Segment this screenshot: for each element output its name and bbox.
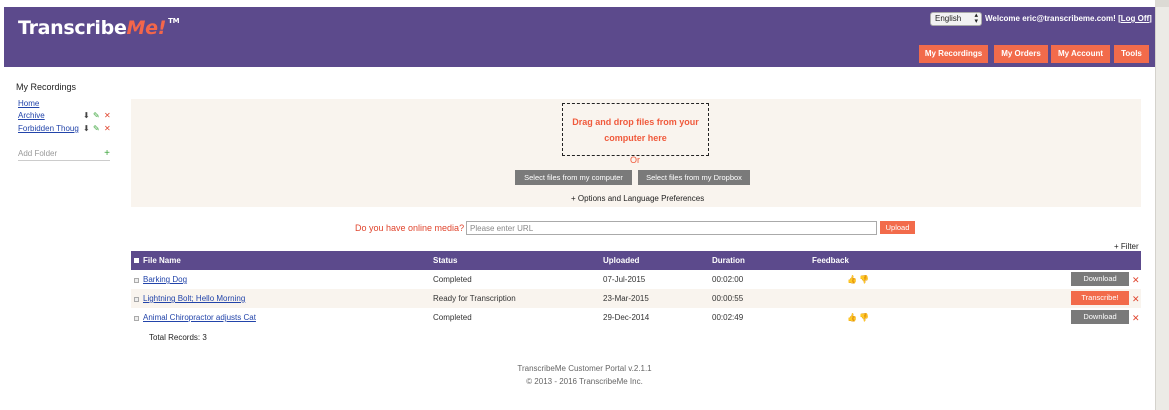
footer-copyright: © 2013 - 2016 TranscribeMe Inc.: [526, 377, 643, 386]
row-duration: 00:02:49: [712, 313, 744, 322]
nav-tools[interactable]: Tools: [1114, 45, 1149, 63]
row-status: Completed: [433, 275, 472, 284]
table-row: Animal Chiropractor adjusts Cat Complete…: [131, 308, 1141, 327]
delete-row-icon[interactable]: ✕: [1132, 313, 1140, 324]
logo-main-text: Transcribe: [18, 17, 127, 39]
options-language-link[interactable]: + Options and Language Preferences: [571, 194, 704, 203]
media-url-input[interactable]: Please enter URL: [466, 221, 877, 235]
col-status[interactable]: Status: [433, 256, 457, 265]
file-dropzone[interactable]: Drag and drop files from your computer h…: [562, 103, 709, 156]
file-name-link[interactable]: Animal Chiropractor adjusts Cat: [143, 313, 256, 322]
logo-tm: TM: [168, 17, 180, 25]
row-checkbox[interactable]: [134, 316, 139, 321]
row-status: Ready for Transcription: [433, 294, 516, 303]
vertical-scrollbar[interactable]: [1155, 7, 1169, 410]
sidebar-title: My Recordings: [16, 82, 77, 92]
upload-url-button[interactable]: Upload: [880, 221, 915, 234]
online-media-label: Do you have online media?: [355, 223, 465, 233]
bracket-close: ]: [1149, 14, 1152, 23]
select-files-computer-button[interactable]: Select files from my computer: [515, 170, 632, 185]
nav-my-orders[interactable]: My Orders: [994, 45, 1048, 63]
feedback-thumbs-icon[interactable]: 👍 👎: [847, 275, 869, 284]
select-files-dropbox-button[interactable]: Select files from my Dropbox: [638, 170, 750, 185]
row-duration: 00:02:00: [712, 275, 744, 284]
recordings-table-header: File Name Status Uploaded Duration Feedb…: [131, 251, 1141, 270]
col-file-name[interactable]: File Name: [143, 256, 181, 265]
welcome-message: Welcome eric@transcribeme.com!: [985, 14, 1116, 23]
dropzone-line1: Drag and drop files from your: [572, 117, 699, 127]
edit-icon[interactable]: ✎: [93, 111, 100, 120]
col-uploaded[interactable]: Uploaded: [603, 256, 639, 265]
col-feedback: Feedback: [812, 256, 849, 265]
select-all-checkbox[interactable]: [134, 258, 139, 263]
logoff-link[interactable]: Log Off: [1121, 14, 1149, 23]
download-icon[interactable]: ⬇: [83, 124, 90, 133]
table-row: Barking Dog Completed 07-Jul-2015 00:02:…: [131, 270, 1141, 289]
delete-row-icon[interactable]: ✕: [1132, 275, 1140, 286]
welcome-text: Welcome eric@transcribeme.com! [Log Off]: [985, 14, 1152, 23]
folder-forbidden-thoughts[interactable]: Forbidden Thoug: [18, 124, 79, 133]
row-checkbox[interactable]: [134, 297, 139, 302]
delete-row-icon[interactable]: ✕: [1132, 294, 1140, 305]
file-name-link[interactable]: Lightning Bolt; Hello Morning: [143, 294, 245, 303]
nav-my-account[interactable]: My Account: [1051, 45, 1110, 63]
footer-version: TranscribeMe Customer Portal v.2.1.1: [517, 364, 652, 373]
dropzone-line2: computer here: [604, 133, 667, 143]
language-value: English: [935, 14, 962, 23]
add-folder-field[interactable]: Add Folder +: [18, 148, 110, 161]
edit-icon[interactable]: ✎: [93, 124, 100, 133]
folder-archive[interactable]: Archive: [18, 111, 45, 120]
row-status: Completed: [433, 313, 472, 322]
logo-accent-text: Me!: [126, 17, 167, 39]
file-name-link[interactable]: Barking Dog: [143, 275, 187, 284]
add-folder-placeholder: Add Folder: [18, 149, 58, 158]
header-bar: TranscribeMe! TM English ▴ ▾ Welcome eric@…: [4, 7, 1155, 67]
delete-icon[interactable]: ✕: [104, 124, 111, 133]
row-uploaded: 23-Mar-2015: [603, 294, 649, 303]
row-checkbox[interactable]: [134, 278, 139, 283]
download-button[interactable]: Download: [1071, 310, 1129, 324]
transcribeme-logo[interactable]: TranscribeMe! TM: [18, 17, 180, 39]
add-folder-plus-icon[interactable]: +: [104, 148, 110, 159]
download-button[interactable]: Download: [1071, 272, 1129, 286]
or-separator: Or: [630, 155, 640, 165]
delete-icon[interactable]: ✕: [104, 111, 111, 120]
transcribe-button[interactable]: Transcribe!: [1071, 291, 1129, 305]
upload-panel: Drag and drop files from your computer h…: [131, 99, 1141, 207]
total-records: Total Records: 3: [149, 333, 207, 342]
row-duration: 00:00:55: [712, 294, 744, 303]
nav-my-recordings[interactable]: My Recordings: [919, 45, 988, 63]
filter-link[interactable]: + Filter: [1114, 242, 1139, 251]
table-row: Lightning Bolt; Hello Morning Ready for …: [131, 289, 1141, 308]
language-select[interactable]: English ▴ ▾: [930, 12, 982, 26]
col-duration[interactable]: Duration: [712, 256, 745, 265]
row-uploaded: 07-Jul-2015: [603, 275, 646, 284]
row-uploaded: 29-Dec-2014: [603, 313, 650, 322]
folder-home[interactable]: Home: [18, 99, 39, 108]
feedback-thumbs-icon[interactable]: 👍 👎: [847, 313, 869, 322]
download-icon[interactable]: ⬇: [83, 111, 90, 120]
select-arrows-icon: ▴ ▾: [974, 12, 978, 25]
